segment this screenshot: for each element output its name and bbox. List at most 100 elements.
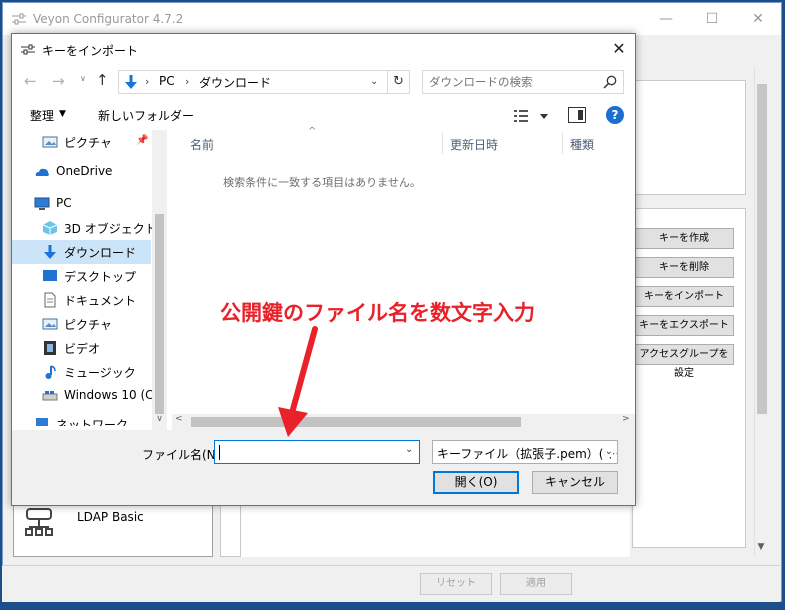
- music-icon: [45, 365, 56, 379]
- search-box[interactable]: [422, 70, 624, 94]
- nav-item-label: Windows 10 (C:): [64, 388, 163, 402]
- minimize-button[interactable]: —: [643, 3, 689, 35]
- onedrive-icon: [35, 168, 49, 176]
- new-folder-button[interactable]: 新しいフォルダー: [98, 107, 194, 124]
- nav-item-desktop[interactable]: デスクトップ: [12, 264, 151, 288]
- create-key-button[interactable]: キーを作成: [634, 228, 734, 249]
- annotation-arrow-icon: [278, 326, 318, 437]
- nav-item-label: ミュージック: [64, 366, 136, 380]
- breadcrumb-separator-icon: ›: [145, 75, 150, 88]
- filename-combobox[interactable]: [214, 440, 420, 464]
- import-key-button[interactable]: キーをインポート: [634, 286, 734, 307]
- filename-label: ファイル名(N):: [142, 448, 225, 462]
- breadcrumb-pc[interactable]: PC: [159, 74, 175, 88]
- nav-item-label: ピクチャ: [64, 318, 112, 332]
- pc-icon: [34, 197, 50, 210]
- column-divider[interactable]: [562, 132, 563, 154]
- refresh-button[interactable]: ↻: [388, 70, 410, 94]
- nav-pane-scrollbar-thumb[interactable]: [155, 214, 164, 414]
- delete-key-button[interactable]: キーを削除: [634, 257, 734, 278]
- settings-group-panel: [632, 80, 746, 195]
- pin-icon: 📌: [136, 135, 149, 146]
- search-input[interactable]: [429, 74, 599, 90]
- videos-icon: [44, 341, 56, 355]
- navigation-pane[interactable]: ピクチャ 📌 OneDrive PC 3D オブジェクト ダウンロード デスクト…: [12, 130, 167, 430]
- filetype-select[interactable]: キーファイル（拡張子.pem）(キーフ ⌄: [432, 440, 618, 464]
- nav-item-onedrive[interactable]: OneDrive: [12, 160, 151, 184]
- address-bar[interactable]: › PC › ダウンロード ⌄: [118, 70, 388, 94]
- downloads-icon: [44, 245, 56, 259]
- chevron-down-icon[interactable]: ⌄: [405, 444, 413, 455]
- nav-item-label: ネットワーク: [56, 418, 129, 426]
- settings-sliders-icon: [21, 44, 35, 55]
- desktop-icon: [43, 270, 57, 281]
- nav-item-label: ダウンロード: [64, 246, 137, 260]
- nav-item-label: PC: [56, 196, 72, 210]
- main-scrollbar-thumb[interactable]: [757, 84, 767, 414]
- scroll-right-icon[interactable]: >: [622, 414, 630, 424]
- set-access-group-button[interactable]: アクセスグループを設定: [634, 344, 734, 379]
- export-key-button[interactable]: キーをエクスポート: [634, 315, 734, 336]
- scroll-left-icon[interactable]: <: [175, 414, 183, 424]
- open-button[interactable]: 開く(O): [433, 471, 519, 494]
- main-titlebar: Veyon Configurator 4.7.2 — ☐ ✕: [3, 3, 781, 35]
- cancel-button[interactable]: キャンセル: [532, 471, 618, 494]
- column-header-row: 名前 更新日時 種類: [172, 130, 635, 156]
- file-list-hscrollbar-thumb[interactable]: [191, 417, 521, 427]
- nav-item-pictures-pinned[interactable]: ピクチャ 📌: [12, 130, 151, 154]
- pictures-icon: [42, 136, 58, 148]
- nav-item-label: OneDrive: [56, 164, 113, 178]
- documents-icon: [44, 292, 56, 308]
- nav-item-3d-objects[interactable]: 3D オブジェクト: [12, 216, 157, 240]
- search-icon[interactable]: [603, 75, 617, 89]
- apply-button[interactable]: 適用: [500, 573, 572, 595]
- nav-item-network[interactable]: ネットワーク: [12, 412, 151, 426]
- preview-pane-icon[interactable]: [568, 107, 586, 123]
- organize-menu-button[interactable]: 整理: [30, 107, 54, 124]
- pictures-icon: [42, 318, 58, 330]
- filetype-value: キーファイル（拡張子.pem）(キーフ: [437, 447, 617, 461]
- view-options-icon[interactable]: [512, 106, 552, 126]
- help-icon[interactable]: ?: [606, 106, 624, 124]
- ldap-basic-item[interactable]: LDAP Basic: [77, 510, 144, 524]
- recent-locations-icon[interactable]: ∨: [80, 74, 90, 88]
- drive-icon: [42, 391, 58, 401]
- column-modified[interactable]: 更新日時: [450, 136, 498, 153]
- column-type[interactable]: 種類: [570, 136, 594, 153]
- column-divider[interactable]: [442, 132, 443, 154]
- scroll-down-icon[interactable]: ∨: [152, 414, 167, 428]
- nav-item-label: デスクトップ: [64, 270, 137, 284]
- nav-item-music[interactable]: ミュージック: [12, 360, 151, 384]
- empty-folder-message: 検索条件に一致する項目はありません。: [223, 176, 421, 189]
- nav-item-downloads[interactable]: ダウンロード: [12, 240, 151, 264]
- dialog-titlebar: キーをインポート ✕: [12, 34, 635, 64]
- nav-item-label: 3D オブジェクト: [64, 222, 157, 236]
- close-button[interactable]: ✕: [735, 3, 781, 35]
- up-arrow-icon[interactable]: ↑: [96, 71, 112, 91]
- back-arrow-icon[interactable]: ←: [24, 72, 42, 92]
- download-folder-icon: [125, 75, 137, 89]
- nav-item-pc[interactable]: PC: [12, 192, 151, 216]
- nav-item-label: ピクチャ: [64, 136, 112, 150]
- maximize-button[interactable]: ☐: [689, 3, 735, 35]
- 3d-objects-icon: [42, 221, 58, 235]
- content-panel: [240, 505, 630, 557]
- scroll-down-icon[interactable]: ▼: [754, 540, 768, 554]
- nav-item-pictures[interactable]: ピクチャ: [12, 312, 151, 336]
- dialog-close-button[interactable]: ✕: [606, 36, 632, 62]
- breadcrumb-separator-icon: ›: [185, 75, 190, 88]
- nav-item-videos[interactable]: ビデオ: [12, 336, 151, 360]
- nav-item-drive-c[interactable]: Windows 10 (C:): [12, 384, 162, 408]
- main-footer: [2, 565, 780, 602]
- chevron-down-icon[interactable]: ▼: [59, 109, 66, 119]
- dialog-title: キーをインポート: [42, 44, 139, 58]
- filename-input[interactable]: [218, 444, 398, 460]
- column-name[interactable]: 名前: [190, 136, 214, 153]
- reset-button[interactable]: リセット: [420, 573, 492, 595]
- breadcrumb-downloads[interactable]: ダウンロード: [199, 74, 271, 91]
- chevron-down-icon[interactable]: ⌄: [604, 446, 613, 457]
- forward-arrow-icon[interactable]: →: [52, 72, 70, 92]
- chevron-down-icon[interactable]: ⌄: [370, 76, 378, 87]
- nav-item-documents[interactable]: ドキュメント: [12, 288, 151, 312]
- settings-sliders-icon: [12, 13, 26, 25]
